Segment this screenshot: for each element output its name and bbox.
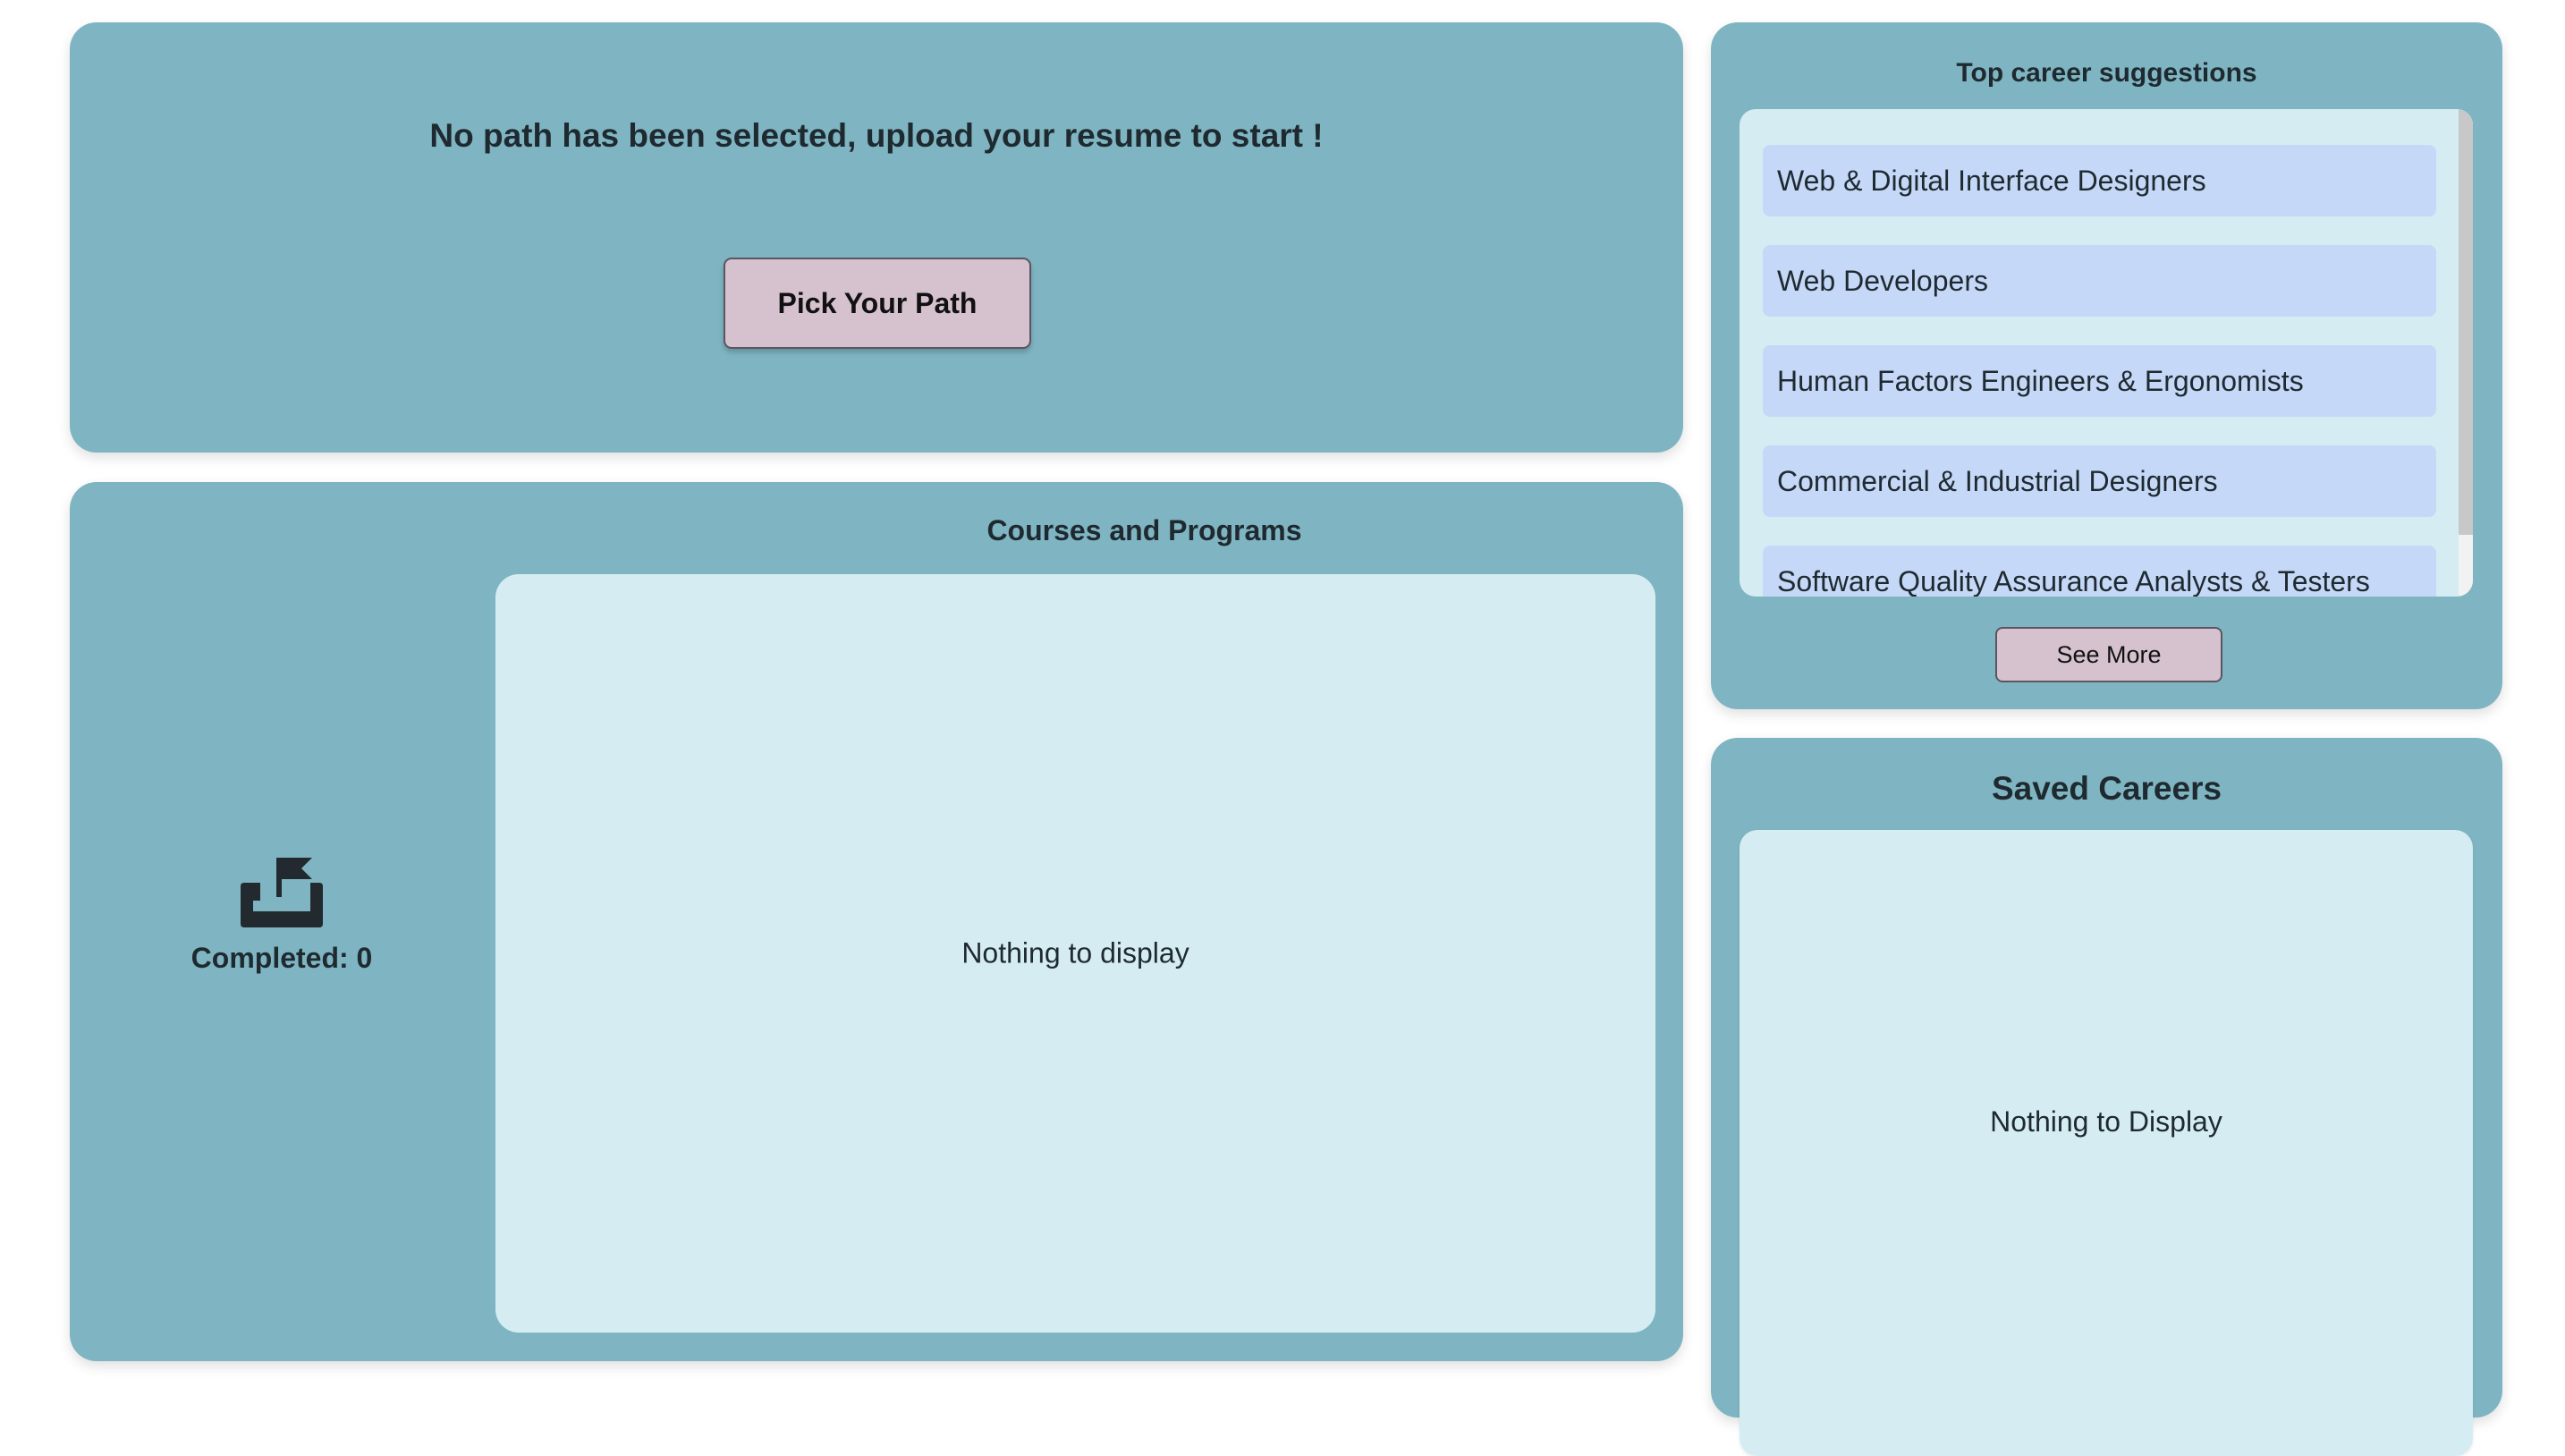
courses-title: Courses and Programs — [986, 514, 1302, 546]
pick-your-path-button[interactable]: Pick Your Path — [724, 258, 1031, 349]
see-more-button[interactable]: See More — [1995, 627, 2222, 682]
courses-empty-text: Nothing to display — [961, 936, 1189, 969]
path-panel: No path has been selected, upload your r… — [70, 22, 1683, 453]
career-suggestions-title: Top career suggestions — [1956, 58, 2257, 88]
saved-careers-panel: Saved Careers Nothing to Display — [1711, 738, 2502, 1456]
completed-label: Completed: 0 — [190, 942, 373, 974]
career-suggestion-item[interactable]: Web & Digital Interface Designers — [1763, 145, 2436, 216]
suggestions-scrollbar[interactable] — [2459, 109, 2473, 597]
courses-panel: Completed: 0 Courses and Programs Nothin… — [70, 482, 1683, 1361]
flag-tray-icon — [241, 858, 323, 927]
suggestions-scroll-thumb[interactable] — [2459, 109, 2473, 535]
courses-list: Nothing to display — [495, 574, 1655, 1333]
career-suggestions-list[interactable]: Web & Digital Interface Designers Web De… — [1740, 109, 2473, 597]
career-suggestions-panel: Top career suggestions Web & Digital Int… — [1711, 22, 2502, 709]
career-suggestion-item[interactable]: Web Developers — [1763, 245, 2436, 317]
saved-careers-title: Saved Careers — [1991, 770, 2222, 807]
completed-counter: Completed: 0 — [159, 856, 404, 975]
saved-careers-empty-text: Nothing to Display — [1990, 1105, 2222, 1138]
career-suggestion-item[interactable]: Human Factors Engineers & Ergonomists — [1763, 345, 2436, 417]
career-suggestion-item[interactable]: Software Quality Assurance Analysts & Te… — [1763, 546, 2436, 597]
career-suggestion-item[interactable]: Commercial & Industrial Designers — [1763, 445, 2436, 517]
saved-careers-list: Nothing to Display — [1740, 830, 2473, 1456]
no-path-message: No path has been selected, upload your r… — [429, 117, 1324, 154]
